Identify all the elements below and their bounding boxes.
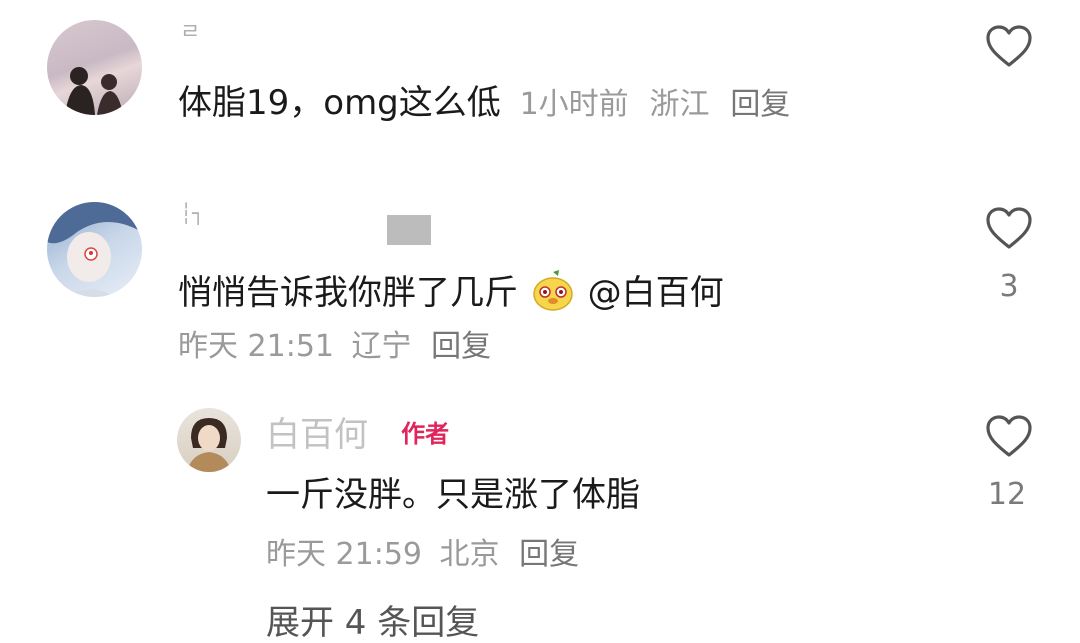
avatar[interactable]: [47, 20, 142, 115]
comment-text: 体脂19，omg这么低 1小时前 浙江 回复: [178, 86, 790, 120]
avatar-portrait-icon: [47, 202, 142, 297]
comment-username[interactable]: ㄹ: [180, 22, 200, 44]
like-heart-icon[interactable]: [985, 206, 1033, 250]
reply-button[interactable]: 回复: [730, 87, 790, 122]
like-heart-icon[interactable]: [985, 414, 1033, 458]
reply-button[interactable]: 回复: [519, 537, 579, 572]
comment-text: 悄悄告诉我你胖了几斤 @白百何: [178, 268, 724, 312]
comment-meta-row: 昨天 21:51 辽宁 回复: [178, 332, 491, 362]
reply-text: 一斤没胖。只是涨了体脂: [266, 475, 640, 515]
like-heart-icon[interactable]: [985, 24, 1033, 68]
author-badge: 作者: [401, 420, 450, 448]
reply-header: 白百何 作者: [266, 418, 449, 452]
comment-time: 昨天 21:51: [178, 329, 334, 364]
reply-time: 昨天 21:59: [266, 537, 422, 572]
comment-username[interactable]: ┆┐: [180, 203, 204, 223]
reply-meta-row: 昨天 21:59 北京 回复: [266, 540, 579, 570]
comment-body: 悄悄告诉我你胖了几斤: [178, 273, 518, 313]
comment-body: 体脂19，omg这么低: [178, 83, 501, 123]
reply-location: 北京: [439, 537, 500, 572]
reply-button[interactable]: 回复: [431, 329, 491, 364]
avatar[interactable]: [47, 202, 142, 297]
like-count: 12: [987, 477, 1027, 512]
avatar-silhouette-icon: [65, 67, 123, 115]
avatar-portrait-icon: [187, 418, 231, 472]
expand-replies-link[interactable]: 展开 4 条回复: [266, 606, 479, 640]
mention-link[interactable]: @白百何: [588, 273, 724, 313]
comment-time: 1小时前: [519, 87, 629, 122]
sticker-emoji-icon: [531, 268, 575, 312]
avatar[interactable]: [177, 408, 241, 472]
username-redacted-block: [387, 215, 431, 245]
comment-location: 浙江: [649, 87, 710, 122]
like-count: 3: [999, 269, 1019, 304]
comment-location: 辽宁: [351, 329, 412, 364]
reply-username[interactable]: 白百何: [266, 415, 368, 455]
